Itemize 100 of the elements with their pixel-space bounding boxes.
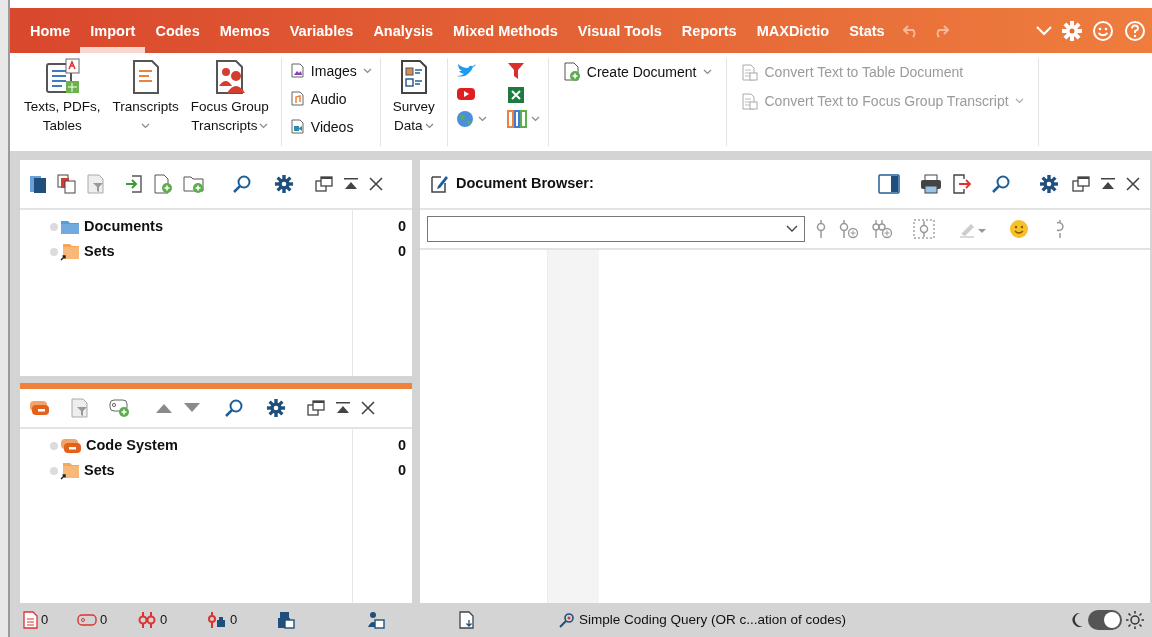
move-up-icon[interactable] bbox=[155, 402, 173, 414]
move-down-icon[interactable] bbox=[183, 402, 201, 414]
chevron-down-icon bbox=[477, 116, 487, 122]
window-restore-icon[interactable] bbox=[1072, 176, 1090, 192]
chevron-down-icon bbox=[362, 68, 372, 74]
media-button[interactable]: Audio bbox=[289, 88, 372, 110]
activate-documents-icon[interactable] bbox=[277, 611, 295, 629]
close-icon[interactable] bbox=[1126, 177, 1140, 191]
smiley-icon[interactable] bbox=[1092, 19, 1114, 42]
tree-item-label[interactable]: Sets bbox=[84, 240, 398, 263]
panel-title: Document Browser: bbox=[456, 174, 595, 194]
folder-shortcut-icon bbox=[60, 242, 80, 261]
new-code-icon[interactable] bbox=[109, 398, 131, 418]
chevron-down-icon bbox=[424, 122, 434, 129]
smiley-icon[interactable] bbox=[1009, 219, 1029, 239]
close-icon[interactable] bbox=[361, 401, 375, 415]
document-icon bbox=[22, 611, 38, 629]
ribbon-button[interactable]: Create Document bbox=[562, 60, 712, 84]
play-icon[interactable] bbox=[455, 86, 476, 102]
collapse-icon[interactable] bbox=[335, 401, 351, 415]
key-search-icon bbox=[558, 612, 576, 628]
ribbon-tab[interactable]: Variables bbox=[279, 16, 364, 53]
settings-icon[interactable] bbox=[1040, 175, 1058, 193]
window-restore-icon[interactable] bbox=[307, 400, 325, 416]
item-count: 0 bbox=[397, 216, 406, 236]
document-icon bbox=[289, 119, 305, 135]
moon-icon bbox=[1070, 612, 1084, 628]
import-button[interactable]: Focus Group Transcripts bbox=[184, 58, 275, 146]
document-icon bbox=[289, 63, 305, 79]
code-tag-icon bbox=[77, 612, 97, 628]
dropdown-field[interactable] bbox=[427, 216, 805, 242]
sun-icon bbox=[1126, 611, 1144, 629]
chevron-down-icon bbox=[786, 225, 798, 233]
ribbon-tab[interactable]: Memos bbox=[209, 16, 280, 53]
ribbon-tab[interactable]: Home bbox=[20, 16, 81, 53]
print-icon[interactable] bbox=[920, 174, 942, 194]
import-arrow-icon[interactable] bbox=[125, 175, 143, 193]
status-count: 0 bbox=[41, 611, 49, 630]
search-icon[interactable] bbox=[225, 399, 243, 417]
code-tag-icon[interactable] bbox=[29, 400, 51, 416]
document-icon bbox=[289, 91, 305, 107]
documents-icon[interactable] bbox=[29, 174, 47, 194]
import-button[interactable]: Survey Data bbox=[386, 58, 441, 146]
collapse-icon[interactable] bbox=[343, 177, 359, 191]
copy-icon[interactable] bbox=[57, 174, 77, 194]
document-icon bbox=[44, 58, 81, 95]
import-button[interactable]: Texts, PDFs, Tables bbox=[18, 58, 107, 146]
import-button[interactable]: Transcripts bbox=[106, 58, 185, 146]
settings-icon[interactable] bbox=[267, 399, 285, 417]
new-document-icon[interactable] bbox=[153, 174, 173, 194]
window-restore-icon[interactable] bbox=[315, 176, 333, 192]
edit-document-icon[interactable] bbox=[430, 174, 448, 194]
media-button[interactable]: Videos bbox=[289, 116, 372, 138]
filter-document-icon[interactable] bbox=[71, 398, 89, 418]
folder-shortcut-icon bbox=[60, 461, 80, 480]
code-add-icon[interactable] bbox=[839, 219, 859, 239]
chevron-down-icon bbox=[259, 122, 269, 129]
item-count: 0 bbox=[397, 435, 406, 455]
document-icon bbox=[740, 91, 759, 111]
chevron-down-icon bbox=[1014, 98, 1024, 104]
code-selection-icon[interactable] bbox=[913, 219, 935, 239]
chevron-down-icon[interactable] bbox=[1036, 25, 1052, 36]
codes-add-icon[interactable] bbox=[871, 219, 893, 239]
close-icon[interactable] bbox=[369, 177, 383, 191]
ribbon-tab[interactable]: Codes bbox=[145, 16, 210, 53]
status-count: 0 bbox=[160, 611, 168, 630]
filter-document-icon[interactable] bbox=[87, 174, 105, 194]
help-icon[interactable] bbox=[1124, 19, 1146, 42]
search-icon[interactable] bbox=[233, 175, 251, 193]
document-icon bbox=[740, 62, 759, 82]
tree-item-label[interactable]: Code System bbox=[86, 434, 398, 457]
new-folder-icon[interactable] bbox=[183, 174, 205, 194]
collapse-icon[interactable] bbox=[1100, 177, 1116, 191]
spreadsheet-icon[interactable] bbox=[506, 86, 525, 104]
media-button[interactable]: Images bbox=[289, 60, 372, 82]
ribbon-tab[interactable]: Analysis bbox=[363, 16, 444, 53]
item-count: 0 bbox=[397, 460, 406, 480]
theme-toggle[interactable] bbox=[1088, 610, 1122, 630]
search-icon[interactable] bbox=[992, 175, 1010, 193]
settings-icon[interactable] bbox=[275, 175, 293, 193]
tree-item-label[interactable]: Documents bbox=[84, 215, 398, 238]
export-icon[interactable] bbox=[952, 174, 972, 194]
document-download-icon[interactable] bbox=[459, 611, 475, 629]
coding-query-button[interactable]: Simple Coding Query (OR c...ation of codes) bbox=[558, 609, 847, 631]
bird-icon[interactable] bbox=[455, 62, 476, 80]
chevron-down-icon bbox=[702, 69, 712, 75]
status-count: 0 bbox=[100, 611, 108, 630]
code-tag-icon bbox=[60, 437, 82, 454]
filter-icon[interactable] bbox=[506, 62, 525, 80]
folder-icon bbox=[60, 218, 80, 235]
code-pin-icon[interactable] bbox=[815, 219, 827, 239]
ribbon-tab[interactable]: Mixed Methods bbox=[443, 16, 568, 53]
coded-segments-icon bbox=[137, 611, 157, 629]
chevron-down-icon bbox=[530, 116, 540, 122]
document-icon bbox=[562, 62, 581, 82]
tree-item-label[interactable]: Sets bbox=[84, 459, 398, 482]
bar-columns-icon[interactable] bbox=[506, 110, 527, 128]
globe-icon[interactable] bbox=[455, 110, 474, 128]
activate-users-icon[interactable] bbox=[367, 611, 385, 629]
side-panel-icon[interactable] bbox=[878, 174, 900, 194]
